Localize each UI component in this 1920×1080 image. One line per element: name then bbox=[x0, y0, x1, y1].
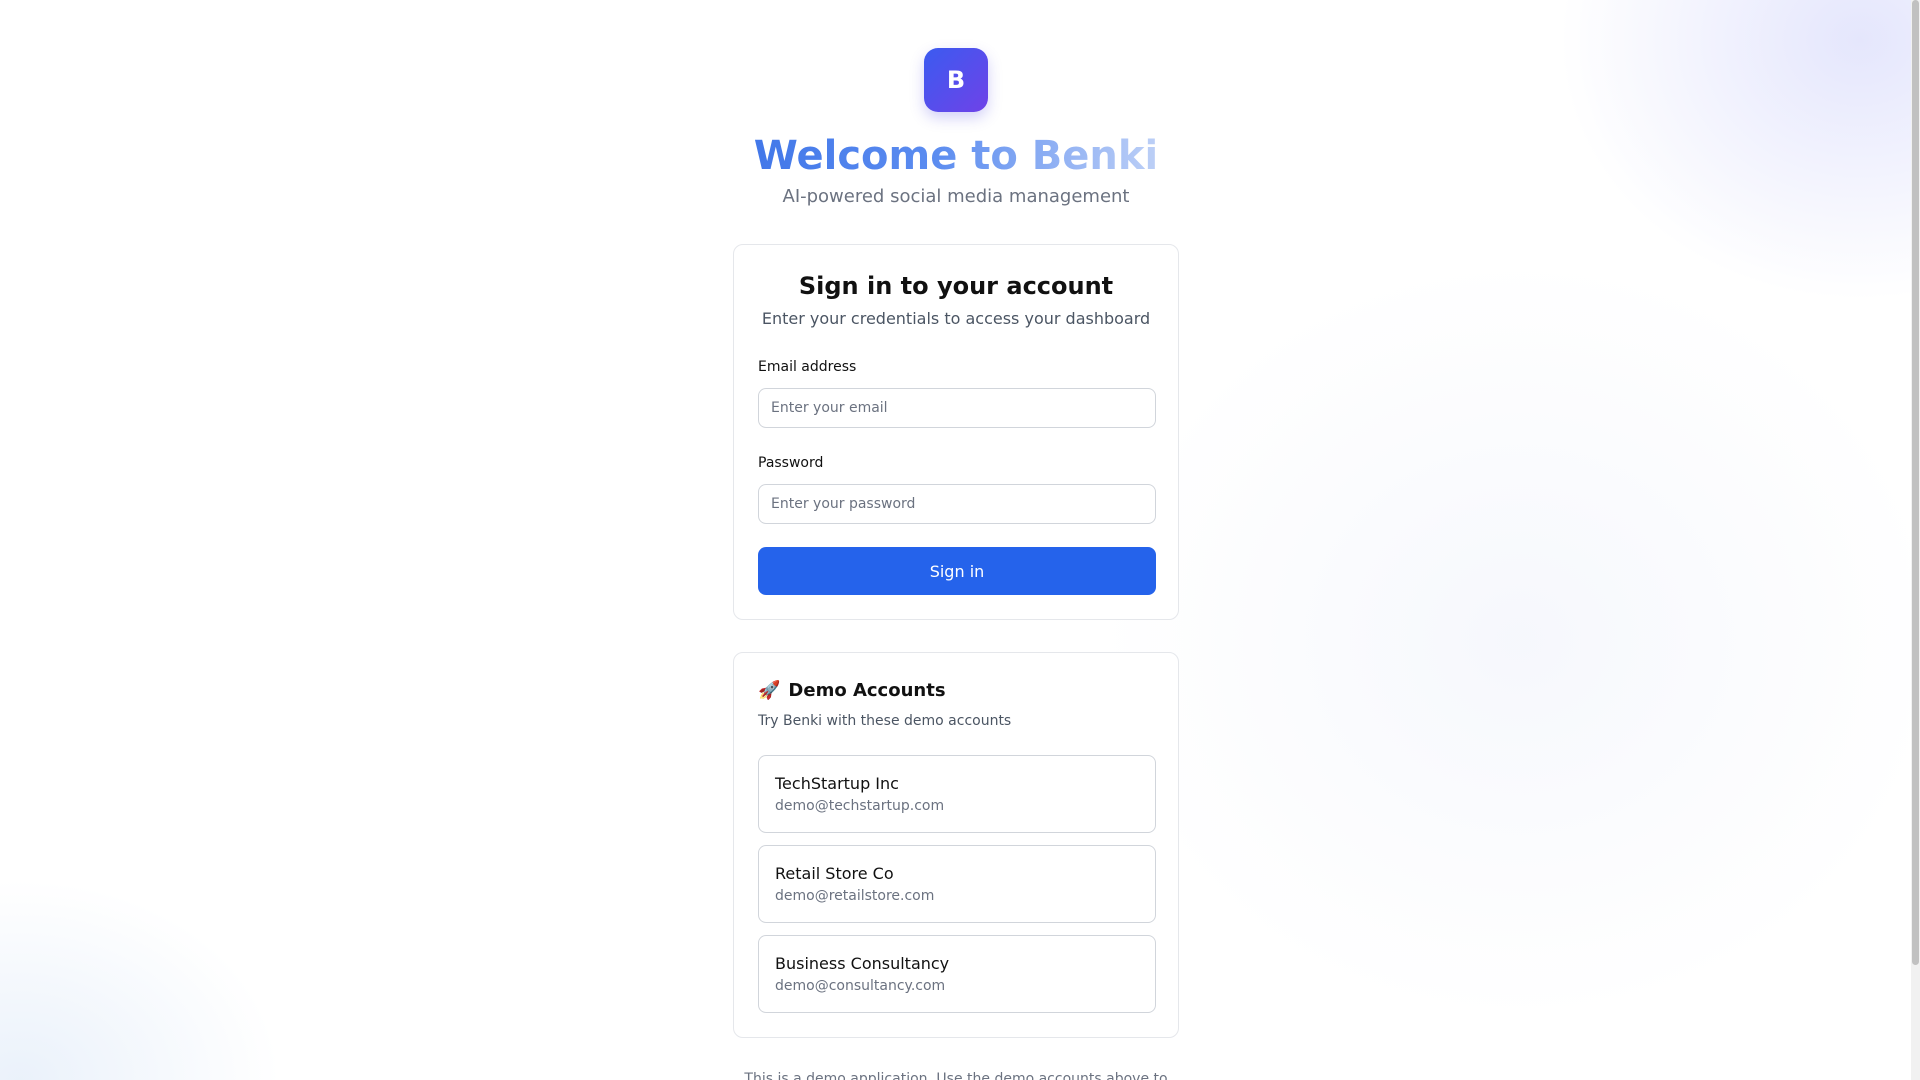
password-label: Password bbox=[758, 455, 824, 471]
demo-account-name: Business Consultancy bbox=[775, 954, 950, 973]
signin-title: Sign in to your account bbox=[798, 272, 1114, 300]
demo-account-retailstore[interactable]: Retail Store Co demo@retailstore.com bbox=[758, 845, 1156, 923]
brand-logo: B bbox=[924, 48, 988, 112]
brand-logo-letter: B bbox=[946, 66, 966, 94]
demo-account-email: demo@retailstore.com bbox=[775, 888, 935, 904]
scrollbar-thumb[interactable] bbox=[1912, 0, 1919, 965]
footer-note: This is a demo application. Use the demo… bbox=[744, 1071, 1168, 1080]
signin-subtitle: Enter your credentials to access your da… bbox=[761, 309, 1151, 328]
email-label: Email address bbox=[758, 359, 857, 375]
page-scrollbar[interactable] bbox=[1911, 0, 1920, 1080]
rocket-icon: 🚀 bbox=[758, 680, 781, 701]
demo-account-name: Retail Store Co bbox=[775, 864, 894, 883]
demo-account-name: TechStartup Inc bbox=[775, 774, 899, 793]
page-title: Welcome to Benki bbox=[733, 128, 1179, 184]
demo-accounts-subtitle: Try Benki with these demo accounts bbox=[758, 713, 1012, 729]
demo-account-consultancy[interactable]: Business Consultancy demo@consultancy.co… bbox=[758, 935, 1156, 1013]
demo-account-techstartup[interactable]: TechStartup Inc demo@techstartup.com bbox=[758, 755, 1156, 833]
demo-accounts-title: 🚀 Demo Accounts bbox=[758, 679, 946, 703]
demo-account-email: demo@consultancy.com bbox=[775, 978, 946, 994]
email-field[interactable] bbox=[758, 388, 1156, 428]
login-page: B Welcome to Benki AI-powered social med… bbox=[0, 0, 1920, 1080]
demo-accounts-title-text: Demo Accounts bbox=[788, 680, 946, 701]
password-field[interactable] bbox=[758, 484, 1156, 524]
demo-account-email: demo@techstartup.com bbox=[775, 798, 945, 814]
signin-card: Sign in to your account Enter your crede… bbox=[733, 244, 1179, 620]
demo-accounts-card: 🚀 Demo Accounts Try Benki with these dem… bbox=[733, 652, 1179, 1038]
signin-button[interactable]: Sign in bbox=[758, 547, 1156, 595]
page-tagline: AI-powered social media management bbox=[782, 186, 1130, 207]
